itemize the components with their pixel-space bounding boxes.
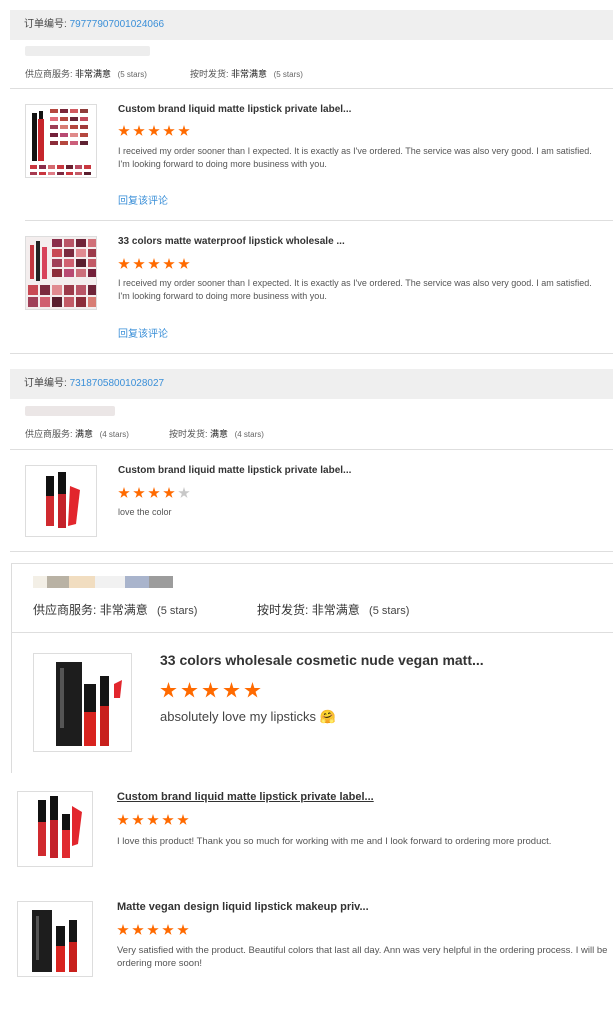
star-icon <box>133 487 145 498</box>
star-icon <box>118 258 130 269</box>
star-icon <box>117 814 129 825</box>
star-rating <box>160 682 261 699</box>
product-thumbnail[interactable] <box>33 653 132 752</box>
review-text: absolutely love my lipsticks 🤗 <box>160 709 336 724</box>
product-title-link[interactable]: Custom brand liquid matte lipstick priva… <box>118 104 351 115</box>
divider <box>11 632 613 633</box>
product-thumbnail[interactable] <box>25 465 97 537</box>
lipstick-swatch-image <box>26 237 96 309</box>
review-text: I received my order sooner than I expect… <box>118 146 592 169</box>
star-icon <box>133 125 145 136</box>
order-number[interactable]: 73187058001028027 <box>70 378 165 389</box>
buyer-name-redacted <box>25 46 150 56</box>
order-header: 订单编号: 73187058001028027 <box>10 369 613 399</box>
star-icon <box>244 682 261 698</box>
star-icon <box>132 814 144 825</box>
divider <box>10 449 613 450</box>
reply-review-link[interactable]: 回复该评论 <box>118 192 168 207</box>
star-icon <box>133 258 145 269</box>
lipstick-box-image <box>32 910 77 972</box>
review-text: love the color <box>118 507 172 517</box>
lipstick-image <box>38 796 82 858</box>
product-thumbnail[interactable] <box>17 791 93 867</box>
star-icon <box>160 682 177 698</box>
product-title-link[interactable]: 33 colors wholesale cosmetic nude vegan … <box>160 652 484 668</box>
star-icon <box>148 258 160 269</box>
panel-border-left <box>11 563 12 773</box>
order-header: 订单编号: 79777907001024066 <box>10 10 613 40</box>
reply-review-link[interactable]: 回复该评论 <box>118 325 168 340</box>
star-icon <box>118 125 130 136</box>
lipstick-image <box>46 472 80 528</box>
shipping-rating: 按时发货: 非常满意 (5 stars) <box>190 69 303 79</box>
product-title-link[interactable]: Matte vegan design liquid lipstick makeu… <box>117 901 369 913</box>
buyer-name-redacted <box>33 576 173 588</box>
lipstick-box-image <box>56 662 122 746</box>
review-text: I received my order sooner than I expect… <box>118 278 592 301</box>
divider <box>25 220 613 221</box>
star-icon <box>177 924 189 935</box>
buyer-name-redacted <box>25 406 115 416</box>
lipstick-palette-image <box>30 109 91 175</box>
review-text: Very satisfied with the product. Beautif… <box>117 945 608 969</box>
star-rating <box>118 487 190 499</box>
star-icon <box>162 814 174 825</box>
supplier-rating: 供应商服务: 非常满意 (5 stars) <box>25 69 147 79</box>
divider <box>10 353 613 354</box>
order-number[interactable]: 79777907001024066 <box>70 19 165 30</box>
star-icon <box>132 924 144 935</box>
star-icon <box>223 682 240 698</box>
star-icon <box>148 487 160 498</box>
star-icon <box>148 125 160 136</box>
product-thumbnail[interactable] <box>17 901 93 977</box>
order-label: 订单编号: <box>24 19 67 30</box>
product-thumbnail[interactable] <box>25 104 97 178</box>
star-icon <box>118 487 130 498</box>
star-rating <box>118 125 190 137</box>
supplier-rating: 供应商服务: 非常满意 (5 stars) <box>33 603 198 617</box>
review-text: I love this product! Thank you so much f… <box>117 836 552 847</box>
star-icon <box>117 924 129 935</box>
star-icon <box>178 125 190 136</box>
star-icon <box>181 682 198 698</box>
product-title-link[interactable]: 33 colors matte waterproof lipstick whol… <box>118 236 345 247</box>
star-icon <box>147 814 159 825</box>
star-icon <box>163 487 175 498</box>
star-icon <box>147 924 159 935</box>
product-title-link[interactable]: Custom brand liquid matte lipstick priva… <box>118 465 351 476</box>
divider <box>11 563 613 564</box>
star-icon <box>178 258 190 269</box>
star-icon <box>162 924 174 935</box>
shipping-rating: 按时发货: 非常满意 (5 stars) <box>257 603 410 617</box>
star-icon <box>202 682 219 698</box>
order-label: 订单编号: <box>24 378 67 389</box>
star-rating <box>117 924 189 936</box>
shipping-rating: 按时发货: 满意 (4 stars) <box>169 429 264 439</box>
divider <box>10 551 613 552</box>
star-rating <box>117 814 189 826</box>
product-title-link[interactable]: Custom brand liquid matte lipstick priva… <box>117 791 374 803</box>
star-rating <box>118 258 190 270</box>
supplier-rating: 供应商服务: 满意 (4 stars) <box>25 429 129 439</box>
star-icon <box>163 258 175 269</box>
product-thumbnail[interactable] <box>25 236 97 310</box>
star-empty-icon <box>178 487 190 498</box>
star-icon <box>163 125 175 136</box>
star-icon <box>177 814 189 825</box>
divider <box>10 88 613 89</box>
